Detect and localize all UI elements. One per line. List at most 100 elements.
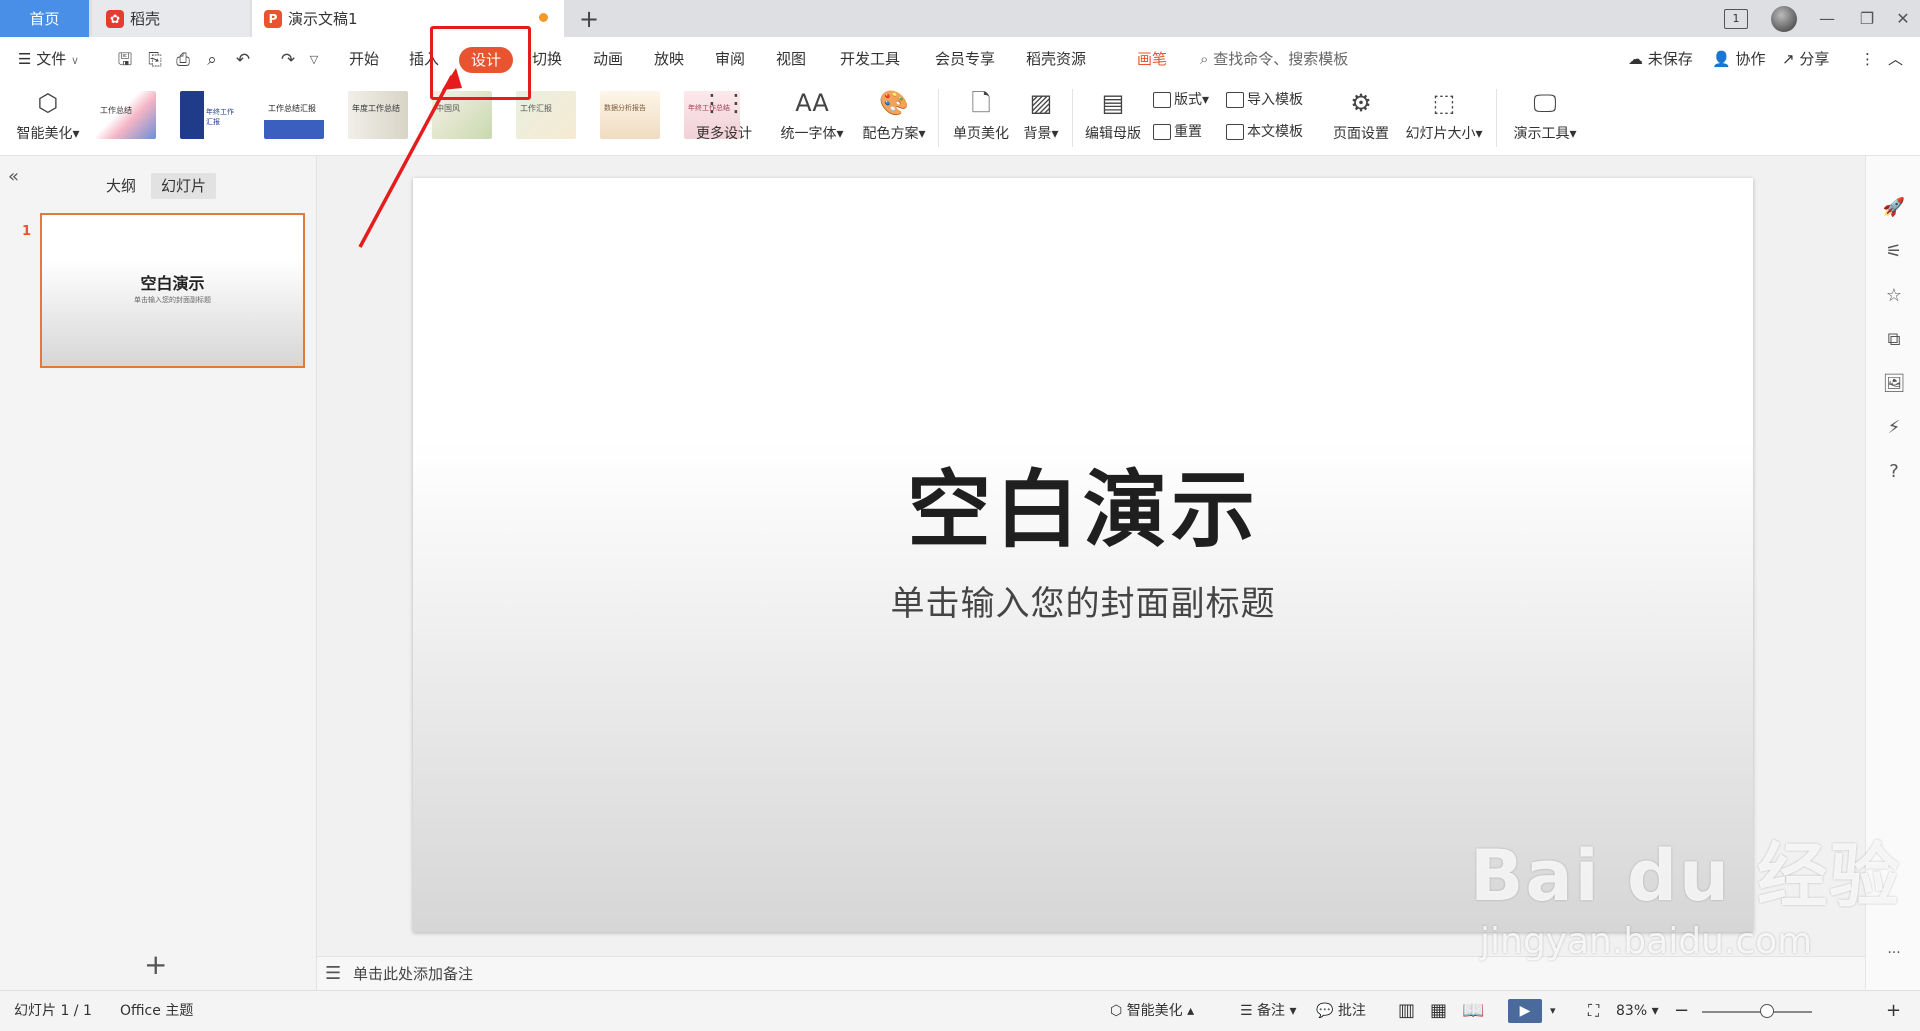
slide-title[interactable]: 空白演示 xyxy=(413,443,1753,564)
menu-daoke-resources[interactable]: 稻壳资源 xyxy=(1026,37,1086,81)
color-scheme-label: 配色方案 xyxy=(862,126,919,142)
sliders-icon[interactable]: ⚟ xyxy=(1882,240,1906,264)
tab-home[interactable]: 首页 xyxy=(0,0,89,37)
slide-thumbnail[interactable]: 空白演示 单击输入您的封面副标题 xyxy=(40,213,305,368)
slide-subtitle[interactable]: 单击输入您的封面副标题 xyxy=(413,576,1753,625)
import-template-button[interactable]: 导入模板 xyxy=(1226,89,1303,109)
transition-icon[interactable]: ⧉ xyxy=(1882,328,1906,352)
background-button[interactable]: ▨ 背景▾ xyxy=(1018,85,1064,143)
slide-size-button[interactable]: ⬚ 幻灯片大小▾ xyxy=(1400,85,1488,143)
unsaved-button[interactable]: ☁ 未保存 xyxy=(1628,37,1693,81)
smart-beautify-button[interactable]: ⬡ 智能美化▾ xyxy=(12,85,84,143)
watermark-main: Bai du 经验 xyxy=(1470,835,1902,917)
cube-icon: ⬡ xyxy=(37,89,59,117)
presentation-tools-button[interactable]: 🖵 演示工具▾ xyxy=(1508,85,1582,143)
edit-master-button[interactable]: ▤ 编辑母版 xyxy=(1082,85,1144,143)
reset-button[interactable]: 重置 xyxy=(1153,121,1202,141)
menu-animation[interactable]: 动画 xyxy=(593,37,623,81)
background-label: 背景 xyxy=(1023,126,1052,142)
zoom-out-button[interactable]: − xyxy=(1674,991,1689,1031)
slide-sorter-icon[interactable]: ▦ xyxy=(1430,991,1447,1031)
notes-toggle-button[interactable]: ☰ 备注 ▾ xyxy=(1240,991,1297,1031)
help-icon[interactable]: ? xyxy=(1882,460,1906,484)
this-template-button[interactable]: 本文模板 xyxy=(1226,121,1303,141)
save-icon[interactable]: 🖫 xyxy=(114,49,136,71)
layout-icon xyxy=(1153,92,1171,108)
reset-label: 重置 xyxy=(1174,124,1202,140)
rocket-icon[interactable]: 🚀 xyxy=(1882,196,1906,220)
status-smart-beautify-button[interactable]: ⬡ 智能美化 ▴ xyxy=(1110,991,1194,1031)
command-search[interactable]: ⌕ 查找命令、搜索模板 xyxy=(1200,37,1348,81)
redo-icon[interactable]: ↷ xyxy=(277,49,299,71)
tab-outline[interactable]: 大纲 xyxy=(96,173,146,199)
divider xyxy=(1496,89,1497,147)
collapse-ribbon-icon[interactable]: ︿ xyxy=(1888,37,1903,81)
tab-slides[interactable]: 幻灯片 xyxy=(151,173,217,199)
collapse-panel-icon[interactable]: « xyxy=(8,166,19,187)
search-input[interactable]: 查找命令、搜索模板 xyxy=(1213,50,1348,68)
new-tab-button[interactable]: + xyxy=(574,4,604,34)
avatar[interactable] xyxy=(1771,6,1797,32)
template-thumbnail[interactable]: 工作总结汇报 xyxy=(264,91,324,139)
menu-member[interactable]: 会员专享 xyxy=(935,37,995,81)
unify-font-label: 统一字体 xyxy=(780,126,837,142)
minimize-icon[interactable]: — xyxy=(1807,0,1847,37)
comments-button[interactable]: 💬 批注 xyxy=(1316,991,1366,1031)
zoom-level[interactable]: 83% ▾ xyxy=(1616,991,1659,1031)
menu-review[interactable]: 审阅 xyxy=(715,37,745,81)
page-setup-button[interactable]: ⚙ 页面设置 xyxy=(1328,85,1394,143)
collaborate-button[interactable]: 👤 协作 xyxy=(1712,37,1765,81)
smart-beautify-label: 智能美化 xyxy=(16,126,73,142)
more-options-icon[interactable]: ⋮ xyxy=(1860,37,1875,81)
zoom-slider[interactable] xyxy=(1702,1011,1812,1013)
unify-font-button[interactable]: AA 统一字体▾ xyxy=(776,85,848,143)
share-label: 分享 xyxy=(1799,50,1830,68)
lightning-icon[interactable]: ⚡ xyxy=(1882,416,1906,440)
template-thumbnail[interactable]: 工作总结 xyxy=(96,91,156,139)
export-pdf-icon[interactable]: ⎘ xyxy=(144,49,166,71)
theme-name[interactable]: Office 主题 xyxy=(120,991,193,1031)
slide-size-icon: ⬚ xyxy=(1432,89,1456,117)
design-ribbon: ⬡ 智能美化▾ 工作总结 年终工作汇报 工作总结汇报 年度工作总结 中国风 工作… xyxy=(0,81,1920,156)
comment-icon: 💬 xyxy=(1316,1003,1334,1019)
slide[interactable]: 空白演示 单击输入您的封面副标题 xyxy=(413,178,1753,932)
single-page-beautify-button[interactable]: 🗋 单页美化 xyxy=(950,85,1012,143)
tab-document-label: 演示文稿1 xyxy=(288,10,358,28)
star-icon[interactable]: ☆ xyxy=(1882,284,1906,308)
layout-button[interactable]: 版式▾ xyxy=(1153,89,1209,109)
import-icon xyxy=(1226,92,1244,108)
more-design-button[interactable]: ⋮⋮ 更多设计 xyxy=(692,85,756,143)
restore-icon[interactable]: ❐ xyxy=(1847,0,1887,37)
menu-slideshow[interactable]: 放映 xyxy=(654,37,684,81)
image-icon[interactable]: 🖼 xyxy=(1882,372,1906,396)
import-template-label: 导入模板 xyxy=(1247,92,1303,108)
menu-pen[interactable]: 画笔 xyxy=(1137,37,1167,81)
fit-to-window-icon[interactable]: ⛶ xyxy=(1588,991,1599,1031)
template-thumbnail[interactable]: 年终工作汇报 xyxy=(180,91,240,139)
menu-transition[interactable]: 切换 xyxy=(532,37,562,81)
print-icon[interactable]: ⎙ xyxy=(172,49,194,71)
play-slideshow-button[interactable]: ▶ xyxy=(1508,999,1542,1023)
undo-icon[interactable]: ↶ xyxy=(232,49,254,71)
file-menu[interactable]: ☰ 文件 ∨ xyxy=(18,37,79,81)
zoom-in-button[interactable]: + xyxy=(1886,991,1901,1031)
normal-view-icon[interactable]: ▥ xyxy=(1398,991,1415,1031)
window-count-icon[interactable]: 1 xyxy=(1724,9,1748,29)
share-button[interactable]: ↗ 分享 xyxy=(1782,37,1829,81)
template-thumbnail[interactable]: 数据分析报告 xyxy=(600,91,660,139)
reading-view-icon[interactable]: 📖 xyxy=(1462,991,1484,1031)
customize-toolbar-icon[interactable]: ▽ xyxy=(303,49,325,71)
notes-placeholder[interactable]: 单击此处添加备注 xyxy=(353,957,473,991)
close-icon[interactable]: ✕ xyxy=(1883,0,1920,37)
tab-daoke[interactable]: ✿ 稻壳 xyxy=(92,0,250,37)
add-slide-button[interactable]: + xyxy=(144,948,167,981)
color-scheme-button[interactable]: 🎨 配色方案▾ xyxy=(858,85,930,143)
cloud-icon: ☁ xyxy=(1628,50,1643,68)
unsaved-dot-icon xyxy=(539,13,548,22)
play-options-icon[interactable]: ▾ xyxy=(1550,991,1556,1031)
print-preview-icon[interactable]: ⌕ xyxy=(201,49,223,71)
menu-developer[interactable]: 开发工具 xyxy=(840,37,900,81)
menu-view[interactable]: 视图 xyxy=(776,37,806,81)
slide-number: 1 xyxy=(22,224,32,239)
zoom-slider-handle[interactable] xyxy=(1760,1004,1774,1018)
